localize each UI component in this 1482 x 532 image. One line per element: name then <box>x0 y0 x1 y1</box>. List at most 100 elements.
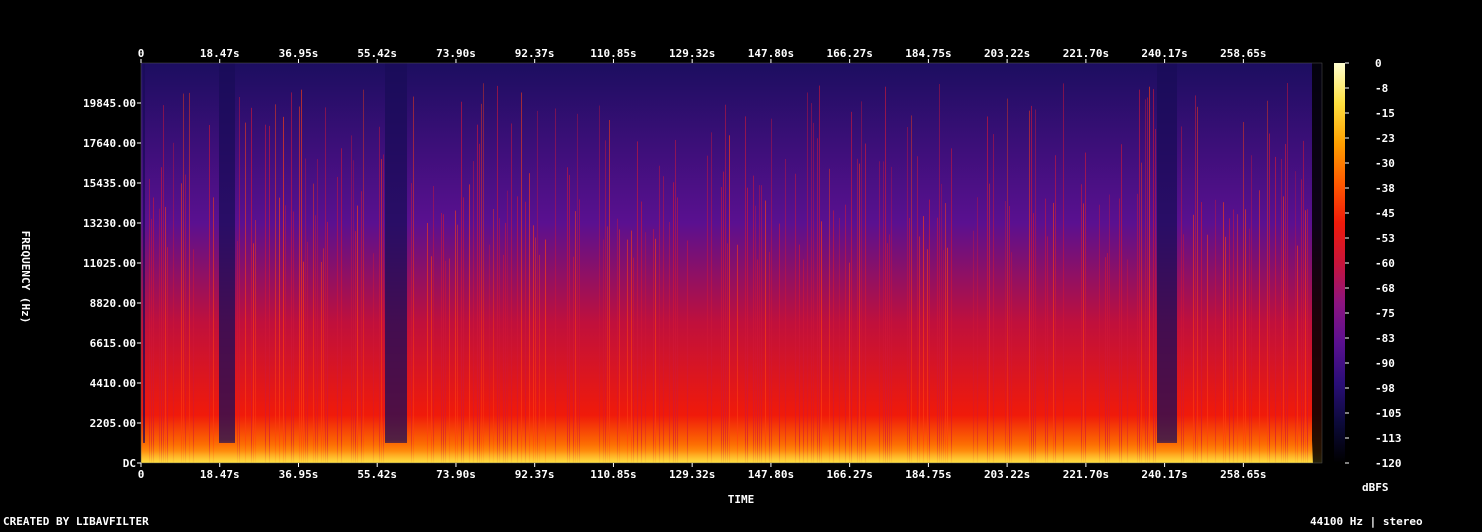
spectrogram-column <box>443 214 444 463</box>
x-tick-label-top: 184.75s <box>905 47 951 60</box>
spectrogram-column <box>399 63 401 443</box>
spectrogram-column <box>305 158 306 463</box>
spectrogram-column <box>655 238 656 463</box>
spectrogram-column <box>1005 200 1006 463</box>
x-tick-label-bottom: 110.85s <box>590 468 636 481</box>
spectrogram-column <box>283 116 284 463</box>
spectrogram-column <box>303 261 304 463</box>
spectrogram-column <box>431 256 432 463</box>
spectrogram-column <box>849 262 850 463</box>
spectrogram-column <box>1259 190 1260 463</box>
spectrogram-column <box>807 92 808 463</box>
spectrogram-column <box>803 259 804 463</box>
spectrogram-end <box>1312 63 1322 463</box>
spectrogram-column <box>753 175 754 463</box>
spectrogram-column <box>189 92 190 463</box>
spectrogram-column <box>317 159 318 463</box>
spectrogram-column <box>479 143 480 463</box>
spectrogram-column <box>885 86 886 463</box>
spectrogram-column <box>497 85 498 463</box>
x-axis-top: 0 18.47s 36.95s 55.42s 73.90s 92.37s 110.85s 12… <box>138 47 1267 63</box>
x-tick-label-top: 18.47s <box>200 47 240 60</box>
spectrogram-column <box>927 249 928 463</box>
spectrogram-column <box>387 63 389 443</box>
spectrogram-column <box>313 183 314 463</box>
spectrogram-column <box>987 116 988 463</box>
spectrogram-column <box>1139 89 1140 463</box>
spectrogram-chart: 0 18.47s 36.95s 55.42s 73.90s 92.37s 110.85s 12… <box>3 47 1423 528</box>
spectrogram-column <box>481 103 482 463</box>
spectrogram-column <box>511 123 512 463</box>
spectrogram-column <box>723 171 724 463</box>
spectrogram-column <box>1063 83 1064 463</box>
spectrogram-column <box>1047 236 1048 463</box>
x-tick-label-top: 92.37s <box>515 47 555 60</box>
spectrogram-column <box>829 168 830 463</box>
spectrogram-column <box>427 222 428 463</box>
x-tick-label-top: 129.32s <box>669 47 715 60</box>
footer-credit: CREATED BY LIBAVFILTER <box>3 515 149 528</box>
spectrogram-column <box>537 110 538 463</box>
spectrogram-column <box>1307 209 1308 463</box>
spectrogram-column <box>851 111 852 463</box>
spectrogram-column <box>721 187 722 463</box>
colorbar-tick-label: -113 <box>1375 432 1402 445</box>
spectrogram-column <box>973 230 974 463</box>
spectrogram-column <box>993 134 994 463</box>
spectrogram-column <box>473 161 474 463</box>
spectrogram-column <box>859 163 860 463</box>
spectrogram-column <box>231 63 233 443</box>
spectrogram-column <box>301 89 302 463</box>
spectrogram-column <box>1085 152 1086 463</box>
x-tick-label-top: 110.85s <box>590 47 636 60</box>
spectrogram-column <box>1031 105 1032 463</box>
y-tick-label: 11025.00 <box>83 257 136 270</box>
spectrogram-column <box>765 200 766 463</box>
spectrogram-column <box>909 218 910 463</box>
y-tick-label: 4410.00 <box>90 377 136 390</box>
spectrogram-column <box>441 212 442 463</box>
y-tick-label: 19845.00 <box>83 97 136 110</box>
x-tick-label-bottom: 18.47s <box>200 468 240 481</box>
spectrogram-column <box>923 216 924 463</box>
footer-format: 44100 Hz | stereo <box>1310 515 1423 528</box>
spectrogram-column <box>1251 155 1252 463</box>
spectrogram-column <box>641 201 642 463</box>
spectrogram-column <box>725 104 726 463</box>
colorbar <box>1334 63 1345 463</box>
spectrogram-column <box>1007 98 1008 463</box>
spectrogram-column <box>1195 95 1196 463</box>
spectrogram-column <box>517 196 518 463</box>
spectrogram-column <box>857 158 858 463</box>
spectrogram-column <box>237 240 238 463</box>
colorbar-tick-label: -98 <box>1375 382 1395 395</box>
spectrogram-column <box>567 167 568 463</box>
spectrogram-column <box>1193 214 1194 463</box>
spectrogram-column <box>757 259 758 463</box>
spectrogram-column <box>813 122 814 463</box>
x-tick-label-bottom: 240.17s <box>1141 468 1187 481</box>
y-tick-label: 15435.00 <box>83 177 136 190</box>
spectrogram-column <box>889 234 890 463</box>
spectrogram-column <box>315 215 316 463</box>
spectrogram-column <box>1303 140 1304 463</box>
spectrogram-column <box>529 173 530 463</box>
spectrogram-column <box>1229 218 1230 463</box>
spectrogram-column <box>245 122 246 463</box>
spectrogram-column <box>609 119 610 463</box>
colorbar-tick-label: -90 <box>1375 357 1395 370</box>
spectrogram-column <box>405 63 407 443</box>
spectrogram-column <box>395 63 397 443</box>
spectrogram-column <box>907 127 908 463</box>
spectrogram-column <box>539 254 540 463</box>
spectrogram-column <box>1033 213 1034 463</box>
spectrogram-column <box>463 197 464 463</box>
spectrogram-column <box>745 116 746 463</box>
spectrogram-column <box>1137 193 1138 463</box>
spectrogram-column <box>1149 86 1150 463</box>
x-tick-label-top: 221.70s <box>1063 47 1109 60</box>
spectrogram-column <box>947 247 948 463</box>
spectrogram-column <box>355 231 356 463</box>
x-tick-label-bottom: 0 <box>138 468 145 481</box>
spectrogram-column <box>209 124 210 463</box>
